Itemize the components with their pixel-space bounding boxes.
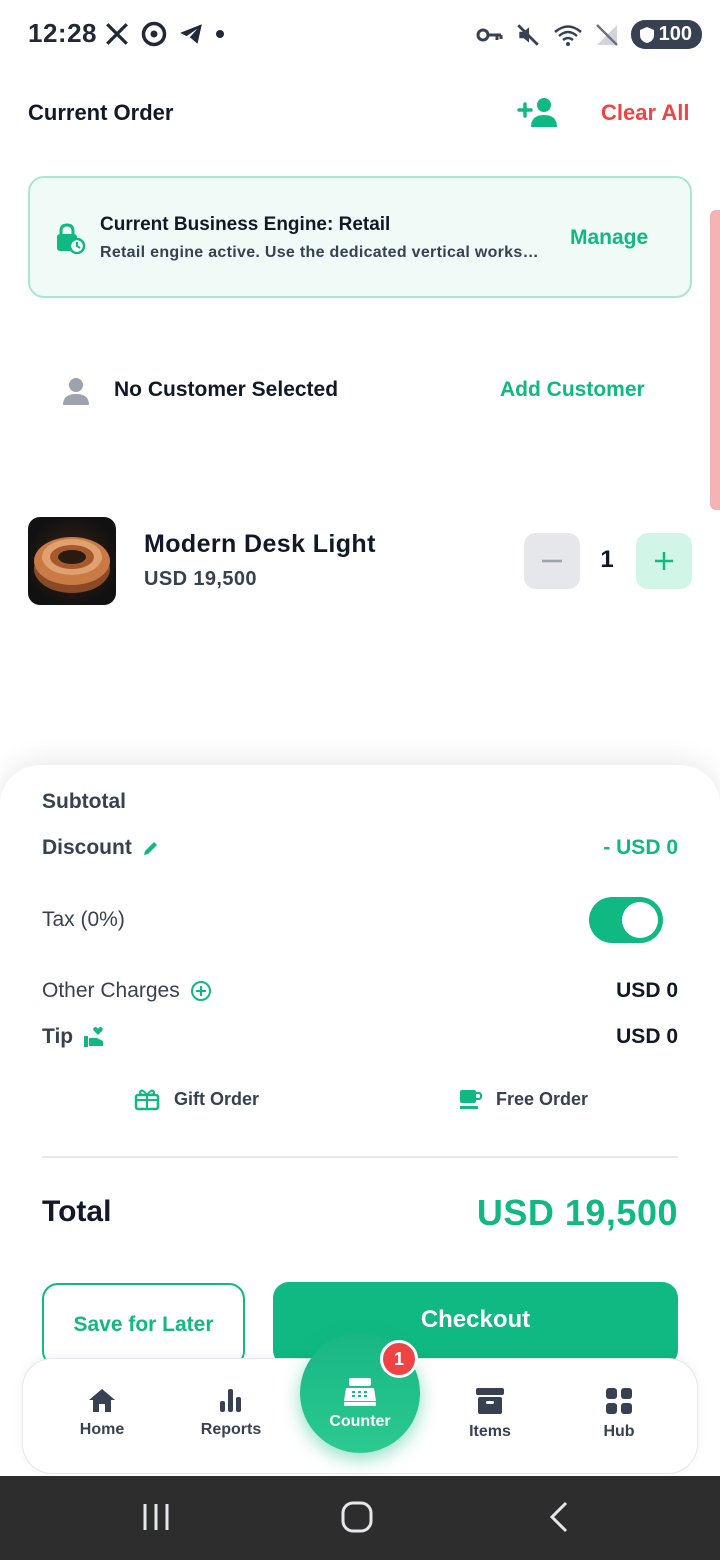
- home-button-icon[interactable]: [340, 1500, 374, 1534]
- archive-icon: [476, 1388, 504, 1414]
- add-person-button[interactable]: [516, 96, 560, 135]
- lock-clock-icon: [54, 222, 86, 259]
- nav-home-label: Home: [79, 1421, 125, 1438]
- engine-title: Current Business Engine: Retail: [100, 214, 391, 235]
- other-charges-value: USD 0: [616, 979, 678, 1002]
- status-icons-left: [104, 20, 226, 48]
- gift-order-label: Gift Order: [174, 1088, 260, 1109]
- divider: [42, 1156, 678, 1158]
- app-icon: [141, 21, 167, 47]
- nav-hub-label: Hub: [603, 1423, 635, 1440]
- nav-items[interactable]: Items: [440, 1387, 540, 1441]
- tip-value: USD 0: [616, 1025, 678, 1048]
- discount-row[interactable]: Discount: [42, 836, 160, 860]
- nav-reports-label: Reports: [200, 1421, 262, 1438]
- back-icon[interactable]: [548, 1500, 570, 1534]
- battery-level: 100: [658, 23, 692, 45]
- recent-apps-icon[interactable]: [142, 1502, 170, 1532]
- pencil-icon[interactable]: [142, 839, 160, 857]
- x-icon: [106, 23, 128, 45]
- decrease-quantity-button[interactable]: [524, 533, 580, 589]
- other-charges-row[interactable]: Other Charges: [42, 979, 212, 1003]
- cash-register-icon: [344, 1378, 376, 1406]
- tip-row[interactable]: Tip: [42, 1025, 107, 1049]
- nav-home[interactable]: Home: [52, 1387, 152, 1439]
- battery-indicator: 100: [630, 20, 702, 49]
- wifi-icon: [553, 24, 582, 46]
- add-circle-icon[interactable]: [190, 980, 212, 1002]
- save-for-later-button[interactable]: Save for Later: [42, 1283, 245, 1367]
- status-icons-right: 100: [475, 20, 702, 49]
- nav-reports[interactable]: Reports: [181, 1387, 281, 1439]
- manage-button[interactable]: Manage: [570, 226, 648, 250]
- clear-all-button[interactable]: Clear All: [601, 100, 689, 126]
- hand-heart-icon[interactable]: [83, 1026, 107, 1048]
- add-customer-button[interactable]: Add Customer: [500, 378, 645, 402]
- shield-icon: [639, 26, 654, 43]
- discount-label: Discount: [42, 836, 132, 859]
- quantity-value: 1: [600, 546, 614, 573]
- no-signal-icon: [595, 23, 618, 46]
- person-icon: [62, 376, 90, 411]
- item-price: USD 19,500: [144, 568, 257, 590]
- free-order-label: Free Order: [496, 1088, 589, 1109]
- gift-order-button[interactable]: Gift Order: [134, 1087, 259, 1111]
- engine-subtitle: Retail engine active. Use the dedicated …: [100, 244, 540, 261]
- free-order-button[interactable]: Free Order: [458, 1087, 588, 1111]
- minus-icon: [542, 559, 562, 563]
- system-navigation-bar: [0, 1476, 720, 1560]
- nav-counter-label: Counter: [329, 1413, 391, 1430]
- total-label: Total: [42, 1195, 112, 1228]
- increase-quantity-button[interactable]: [636, 533, 692, 589]
- telegram-icon: [180, 24, 202, 44]
- page-title: Current Order: [28, 100, 174, 125]
- plus-icon: [655, 552, 673, 570]
- home-icon: [89, 1389, 115, 1412]
- gift-icon: [134, 1089, 160, 1111]
- status-time: 12:28: [28, 18, 97, 48]
- business-engine-card: Current Business Engine: Retail Retail e…: [28, 176, 692, 298]
- scroll-indicator[interactable]: [710, 210, 720, 510]
- mute-icon: [516, 23, 539, 46]
- total-value: USD 19,500: [476, 1192, 678, 1233]
- tax-toggle[interactable]: [589, 897, 663, 943]
- subtotal-label: Subtotal: [42, 790, 126, 813]
- coffee-icon: [460, 1090, 482, 1109]
- person-add-icon: [517, 98, 557, 127]
- tax-label: Tax (0%): [42, 908, 125, 931]
- nav-items-label: Items: [469, 1423, 511, 1440]
- other-charges-label: Other Charges: [42, 979, 180, 1002]
- item-name: Modern Desk Light: [144, 530, 376, 558]
- toggle-knob: [622, 902, 658, 938]
- discount-value: - USD 0: [603, 836, 678, 859]
- counter-badge: 1: [380, 1340, 418, 1378]
- bar-chart-icon: [220, 1389, 241, 1412]
- nav-hub[interactable]: Hub: [569, 1387, 669, 1441]
- tip-label: Tip: [42, 1025, 74, 1048]
- dot-icon: [216, 30, 224, 38]
- key-icon: [476, 28, 503, 41]
- grid-icon: [606, 1388, 632, 1414]
- customer-status: No Customer Selected: [114, 378, 339, 401]
- item-thumbnail: [28, 517, 116, 605]
